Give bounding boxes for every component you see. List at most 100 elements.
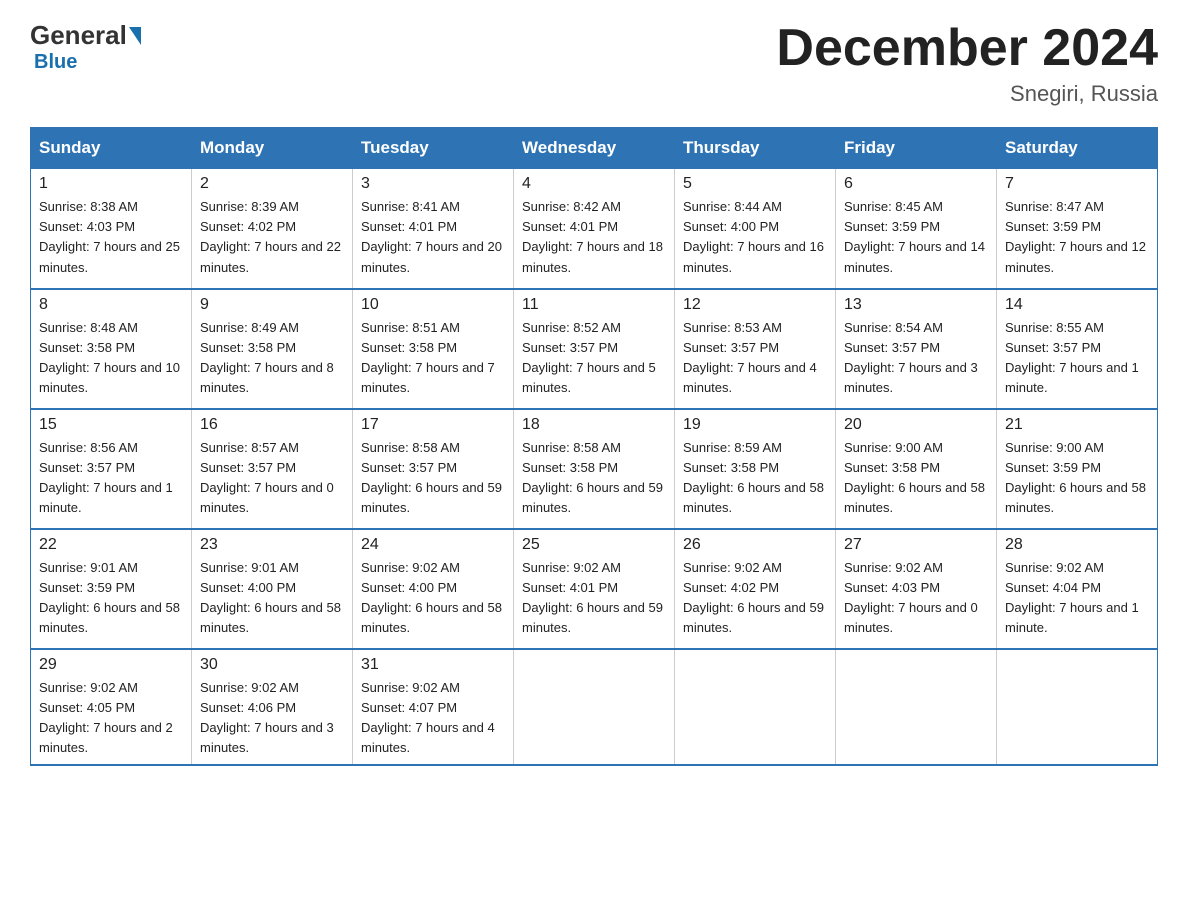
calendar-cell: 25 Sunrise: 9:02 AMSunset: 4:01 PMDayligh…	[514, 529, 675, 649]
day-info: Sunrise: 9:00 AMSunset: 3:59 PMDaylight:…	[1005, 440, 1146, 515]
calendar-cell	[836, 649, 997, 766]
day-number: 9	[200, 296, 344, 314]
day-info: Sunrise: 8:59 AMSunset: 3:58 PMDaylight:…	[683, 440, 824, 515]
day-number: 5	[683, 175, 827, 193]
day-number: 4	[522, 175, 666, 193]
day-number: 23	[200, 536, 344, 554]
day-info: Sunrise: 8:45 AMSunset: 3:59 PMDaylight:…	[844, 199, 985, 274]
day-info: Sunrise: 9:02 AMSunset: 4:04 PMDaylight:…	[1005, 560, 1139, 635]
day-info: Sunrise: 8:38 AMSunset: 4:03 PMDaylight:…	[39, 199, 180, 274]
day-info: Sunrise: 9:00 AMSunset: 3:58 PMDaylight:…	[844, 440, 985, 515]
calendar-cell: 21Sunrise: 9:00 AMSunset: 3:59 PMDayligh…	[997, 409, 1158, 529]
day-number: 7	[1005, 175, 1149, 193]
day-info: Sunrise: 8:39 AMSunset: 4:02 PMDaylight:…	[200, 199, 341, 274]
day-number: 22	[39, 536, 183, 554]
day-info: Sunrise: 9:02 AMSunset: 4:05 PMDaylight:…	[39, 680, 173, 755]
day-info: Sunrise: 8:41 AMSunset: 4:01 PMDaylight:…	[361, 199, 502, 274]
day-number: 13	[844, 296, 988, 314]
day-info: Sunrise: 8:48 AMSunset: 3:58 PMDaylight:…	[39, 320, 180, 395]
calendar-cell: 22 Sunrise: 9:01 AMSunset: 3:59 PMDayligh…	[31, 529, 192, 649]
calendar-cell: 14Sunrise: 8:55 AMSunset: 3:57 PMDayligh…	[997, 289, 1158, 409]
day-number: 31	[361, 656, 505, 674]
calendar-table: SundayMondayTuesdayWednesdayThursdayFrid…	[30, 127, 1158, 766]
day-info: Sunrise: 9:01 AMSunset: 3:59 PMDaylight:…	[39, 560, 180, 635]
calendar-cell: 18 Sunrise: 8:58 AMSunset: 3:58 PMDayligh…	[514, 409, 675, 529]
title-block: December 2024 Snegiri, Russia	[776, 20, 1158, 107]
day-number: 18	[522, 416, 666, 434]
calendar-cell: 28 Sunrise: 9:02 AMSunset: 4:04 PMDayligh…	[997, 529, 1158, 649]
day-number: 10	[361, 296, 505, 314]
day-info: Sunrise: 9:02 AMSunset: 4:03 PMDaylight:…	[844, 560, 978, 635]
day-number: 6	[844, 175, 988, 193]
day-info: Sunrise: 8:57 AMSunset: 3:57 PMDaylight:…	[200, 440, 334, 515]
day-info: Sunrise: 9:02 AMSunset: 4:00 PMDaylight:…	[361, 560, 502, 635]
calendar-cell: 23 Sunrise: 9:01 AMSunset: 4:00 PMDayligh…	[192, 529, 353, 649]
calendar-cell: 30 Sunrise: 9:02 AMSunset: 4:06 PMDayligh…	[192, 649, 353, 766]
day-info: Sunrise: 8:55 AMSunset: 3:57 PMDaylight:…	[1005, 320, 1139, 395]
day-number: 26	[683, 536, 827, 554]
day-number: 28	[1005, 536, 1149, 554]
day-number: 17	[361, 416, 505, 434]
page-header: General Blue December 2024 Snegiri, Russ…	[30, 20, 1158, 107]
day-info: Sunrise: 9:02 AMSunset: 4:02 PMDaylight:…	[683, 560, 824, 635]
day-number: 24	[361, 536, 505, 554]
week-row-2: 8Sunrise: 8:48 AMSunset: 3:58 PMDaylight…	[31, 289, 1158, 409]
day-number: 30	[200, 656, 344, 674]
logo-blue-text: Blue	[34, 51, 77, 74]
calendar-cell: 6 Sunrise: 8:45 AMSunset: 3:59 PMDaylight…	[836, 169, 997, 289]
main-title: December 2024	[776, 20, 1158, 77]
day-number: 12	[683, 296, 827, 314]
calendar-cell: 19Sunrise: 8:59 AMSunset: 3:58 PMDayligh…	[675, 409, 836, 529]
day-number: 1	[39, 175, 183, 193]
calendar-cell: 1 Sunrise: 8:38 AMSunset: 4:03 PMDaylight…	[31, 169, 192, 289]
calendar-cell: 13 Sunrise: 8:54 AMSunset: 3:57 PMDayligh…	[836, 289, 997, 409]
week-row-3: 15Sunrise: 8:56 AMSunset: 3:57 PMDayligh…	[31, 409, 1158, 529]
day-info: Sunrise: 8:51 AMSunset: 3:58 PMDaylight:…	[361, 320, 495, 395]
day-number: 16	[200, 416, 344, 434]
calendar-cell: 11 Sunrise: 8:52 AMSunset: 3:57 PMDayligh…	[514, 289, 675, 409]
calendar-cell: 17 Sunrise: 8:58 AMSunset: 3:57 PMDayligh…	[353, 409, 514, 529]
calendar-cell: 10 Sunrise: 8:51 AMSunset: 3:58 PMDayligh…	[353, 289, 514, 409]
day-info: Sunrise: 8:53 AMSunset: 3:57 PMDaylight:…	[683, 320, 817, 395]
day-number: 27	[844, 536, 988, 554]
day-info: Sunrise: 8:58 AMSunset: 3:57 PMDaylight:…	[361, 440, 502, 515]
logo: General Blue	[30, 20, 141, 74]
day-number: 25	[522, 536, 666, 554]
calendar-cell: 31 Sunrise: 9:02 AMSunset: 4:07 PMDayligh…	[353, 649, 514, 766]
header-monday: Monday	[192, 128, 353, 169]
day-number: 11	[522, 296, 666, 314]
calendar-cell	[514, 649, 675, 766]
day-number: 20	[844, 416, 988, 434]
calendar-cell: 16 Sunrise: 8:57 AMSunset: 3:57 PMDayligh…	[192, 409, 353, 529]
day-info: Sunrise: 9:01 AMSunset: 4:00 PMDaylight:…	[200, 560, 341, 635]
day-info: Sunrise: 8:47 AMSunset: 3:59 PMDaylight:…	[1005, 199, 1146, 274]
calendar-cell: 7 Sunrise: 8:47 AMSunset: 3:59 PMDaylight…	[997, 169, 1158, 289]
subtitle: Snegiri, Russia	[776, 81, 1158, 107]
header-tuesday: Tuesday	[353, 128, 514, 169]
day-info: Sunrise: 8:58 AMSunset: 3:58 PMDaylight:…	[522, 440, 663, 515]
day-info: Sunrise: 9:02 AMSunset: 4:01 PMDaylight:…	[522, 560, 663, 635]
day-number: 29	[39, 656, 183, 674]
calendar-cell: 3Sunrise: 8:41 AMSunset: 4:01 PMDaylight…	[353, 169, 514, 289]
calendar-cell: 12 Sunrise: 8:53 AMSunset: 3:57 PMDayligh…	[675, 289, 836, 409]
week-row-1: 1 Sunrise: 8:38 AMSunset: 4:03 PMDaylight…	[31, 169, 1158, 289]
calendar-cell	[675, 649, 836, 766]
calendar-header-row: SundayMondayTuesdayWednesdayThursdayFrid…	[31, 128, 1158, 169]
calendar-cell: 15Sunrise: 8:56 AMSunset: 3:57 PMDayligh…	[31, 409, 192, 529]
day-number: 2	[200, 175, 344, 193]
calendar-cell: 9Sunrise: 8:49 AMSunset: 3:58 PMDaylight…	[192, 289, 353, 409]
logo-triangle-icon	[129, 27, 141, 45]
day-info: Sunrise: 8:54 AMSunset: 3:57 PMDaylight:…	[844, 320, 978, 395]
day-info: Sunrise: 9:02 AMSunset: 4:07 PMDaylight:…	[361, 680, 495, 755]
calendar-cell	[997, 649, 1158, 766]
day-info: Sunrise: 9:02 AMSunset: 4:06 PMDaylight:…	[200, 680, 334, 755]
logo-general-text: General	[30, 20, 127, 51]
day-info: Sunrise: 8:52 AMSunset: 3:57 PMDaylight:…	[522, 320, 656, 395]
calendar-cell: 5Sunrise: 8:44 AMSunset: 4:00 PMDaylight…	[675, 169, 836, 289]
day-info: Sunrise: 8:42 AMSunset: 4:01 PMDaylight:…	[522, 199, 663, 274]
day-info: Sunrise: 8:56 AMSunset: 3:57 PMDaylight:…	[39, 440, 173, 515]
calendar-cell: 26 Sunrise: 9:02 AMSunset: 4:02 PMDayligh…	[675, 529, 836, 649]
header-saturday: Saturday	[997, 128, 1158, 169]
header-sunday: Sunday	[31, 128, 192, 169]
calendar-cell: 2 Sunrise: 8:39 AMSunset: 4:02 PMDaylight…	[192, 169, 353, 289]
